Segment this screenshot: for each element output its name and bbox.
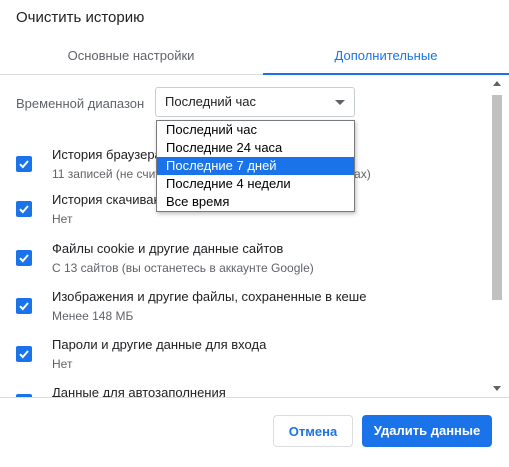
autofill-checkbox-item[interactable]: Данные для автозаполнения — [0, 381, 490, 397]
chevron-down-icon — [335, 100, 345, 105]
time-range-select[interactable]: Последний час — [155, 87, 355, 117]
checkbox-checked-icon[interactable] — [16, 346, 32, 362]
cache-checkbox-item[interactable]: Изображения и другие файлы, сохраненные … — [0, 285, 490, 329]
dropdown-option-last-hour[interactable]: Последний час — [157, 121, 354, 139]
scrollbar-thumb[interactable] — [492, 95, 502, 300]
checkbox-checked-icon[interactable] — [16, 250, 32, 266]
tab-basic-settings[interactable]: Основные настройки — [0, 38, 262, 74]
item-title: Изображения и другие файлы, сохраненные … — [52, 289, 367, 304]
dropdown-option-last-4-weeks[interactable]: Последние 4 недели — [157, 175, 354, 193]
cookies-checkbox-item[interactable]: Файлы cookie и другие данные сайтов С 13… — [0, 237, 490, 281]
item-subtitle: Нет — [52, 357, 73, 371]
delete-data-button[interactable]: Удалить данные — [362, 415, 492, 447]
item-subtitle: Менее 148 МБ — [52, 309, 134, 323]
content-scrollbar[interactable] — [490, 75, 505, 397]
time-range-dropdown-list: Последний час Последние 24 часа Последни… — [156, 120, 355, 212]
item-title: История браузера — [52, 147, 162, 162]
passwords-checkbox-item[interactable]: Пароли и другие данные для входа Нет — [0, 333, 490, 377]
item-subtitle: Нет — [52, 212, 73, 226]
time-range-selected-value: Последний час — [165, 94, 257, 109]
dropdown-option-last-7-days[interactable]: Последние 7 дней — [157, 157, 354, 175]
scroll-up-arrow-icon[interactable] — [493, 81, 501, 86]
item-title: Данные для автозаполнения — [52, 385, 226, 397]
dropdown-option-last-24-hours[interactable]: Последние 24 часа — [157, 139, 354, 157]
scroll-down-arrow-icon[interactable] — [493, 386, 501, 391]
checkbox-checked-icon[interactable] — [16, 298, 32, 314]
time-range-label: Временной диапазон — [16, 96, 145, 111]
tab-bar: Основные настройки Дополнительные — [0, 38, 509, 75]
checkbox-checked-icon[interactable] — [16, 201, 32, 217]
dialog-footer: Отмена Удалить данные — [0, 397, 509, 467]
dropdown-option-all-time[interactable]: Все время — [157, 193, 354, 211]
item-subtitle: С 13 сайтов (вы останетесь в аккаунте Go… — [52, 261, 314, 275]
cancel-button[interactable]: Отмена — [273, 415, 353, 447]
checkbox-checked-icon[interactable] — [16, 156, 32, 172]
tab-advanced[interactable]: Дополнительные — [263, 38, 509, 75]
item-title: Пароли и другие данные для входа — [52, 337, 267, 352]
tab-advanced-label: Дополнительные — [334, 48, 438, 63]
item-title: Файлы cookie и другие данные сайтов — [52, 241, 284, 256]
dialog-title: Очистить историю — [16, 9, 145, 26]
